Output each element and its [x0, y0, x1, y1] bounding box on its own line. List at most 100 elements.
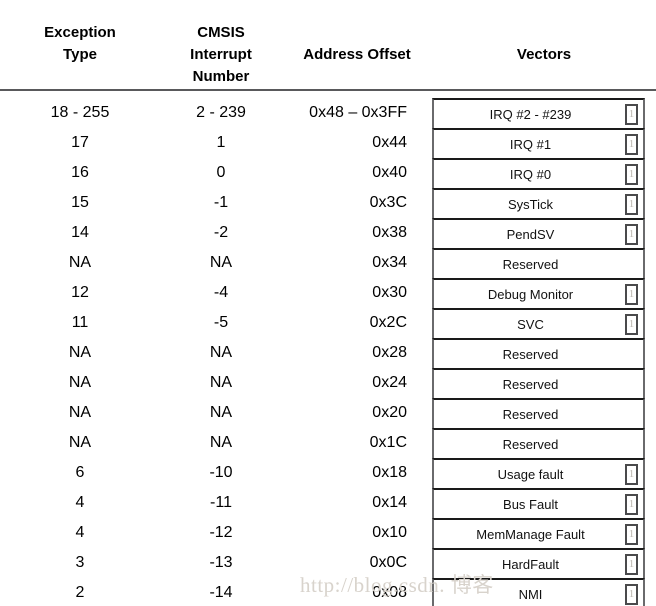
vector-label: Usage fault	[497, 466, 564, 482]
cell-address-offset: 0x40	[372, 164, 407, 181]
table-row: NA NA 0x24 Reserved1	[0, 368, 656, 398]
table-row: NA NA 0x20 Reserved1	[0, 398, 656, 428]
vector-label: Reserved	[502, 436, 559, 452]
column-header-exception-type-line-1: Exception	[44, 24, 116, 41]
cell-address-offset: 0x2C	[369, 314, 407, 331]
vector-word-count-box: 1	[625, 524, 638, 545]
vector-box: NMI 1	[432, 578, 645, 606]
table-row: 18 - 255 2 - 239 0x48 – 0x3FF IRQ #2 - #239…	[0, 98, 656, 128]
table-row: 17 1 0x44 IRQ #1 1	[0, 128, 656, 158]
vector-label: Reserved	[502, 406, 559, 422]
cell-address-offset: 0x24	[372, 374, 407, 391]
cell-exception-type: 4	[75, 524, 85, 541]
cell-cmsis-interrupt-number: -2	[213, 224, 229, 241]
cell-cmsis-interrupt-number: -14	[209, 584, 233, 601]
cell-cmsis-interrupt-number: NA	[209, 374, 233, 391]
table-row: 12 -4 0x30 Debug Monitor 1	[0, 278, 656, 308]
table-row: 6 -10 0x18 Usage fault 1	[0, 458, 656, 488]
cell-cmsis-interrupt-number: NA	[209, 434, 233, 451]
vector-label: SysTick	[507, 196, 554, 212]
cell-cmsis-interrupt-number: 2 - 239	[196, 104, 246, 121]
vector-label: MemManage Fault	[476, 526, 585, 542]
cell-exception-type: 6	[75, 464, 85, 481]
vector-label: Bus Fault	[503, 496, 558, 512]
cell-exception-type: 3	[75, 554, 85, 571]
cell-address-offset: 0x28	[372, 344, 407, 361]
cell-address-offset: 0x18	[372, 464, 407, 481]
column-header-cmsis-line-1: CMSIS	[197, 24, 245, 41]
vector-label: HardFault	[501, 556, 560, 572]
cell-exception-type: NA	[68, 344, 92, 361]
cell-exception-type: 17	[71, 134, 89, 151]
cell-exception-type: 14	[71, 224, 89, 241]
vector-table-figure: Exception Type CMSIS Interrupt Number Ad…	[0, 0, 656, 606]
cell-cmsis-interrupt-number: -12	[209, 524, 233, 541]
column-header-cmsis-line-2: Interrupt	[190, 46, 252, 63]
vector-box: Reserved1	[432, 248, 645, 278]
vector-box: IRQ #1 1	[432, 128, 645, 158]
vector-word-count-box: 1	[625, 104, 638, 125]
vector-box: IRQ #2 - #239 1	[432, 98, 645, 128]
table-row: 4 -12 0x10 MemManage Fault 1	[0, 518, 656, 548]
column-header-vectors: Vectors	[516, 46, 572, 63]
cell-address-offset: 0x1C	[369, 434, 407, 451]
cell-exception-type: 2	[75, 584, 85, 601]
table-row: 3 -13 0x0C HardFault 1	[0, 548, 656, 578]
vector-box: Debug Monitor 1	[432, 278, 645, 308]
vector-word-count-box: 1	[625, 554, 638, 575]
table-row: NA NA 0x1C Reserved1	[0, 428, 656, 458]
cell-cmsis-interrupt-number: NA	[209, 344, 233, 361]
table-row: 2 -14 0x08 NMI 1	[0, 578, 656, 606]
cell-address-offset: 0x0C	[369, 554, 407, 571]
table-row: 4 -11 0x14 Bus Fault 1	[0, 488, 656, 518]
column-header-cmsis-line-3: Number	[192, 68, 250, 85]
table-row: 11 -5 0x2C SVC 1	[0, 308, 656, 338]
column-header-address-offset: Address Offset	[303, 46, 411, 63]
table-row: NA NA 0x28 Reserved1	[0, 338, 656, 368]
vector-box: Reserved1	[432, 368, 645, 398]
table-row: 14 -2 0x38 PendSV 1	[0, 218, 656, 248]
cell-cmsis-interrupt-number: -10	[209, 464, 233, 481]
vector-label: PendSV	[506, 226, 555, 242]
vector-label: SVC	[517, 316, 544, 332]
vector-box: Bus Fault 1	[432, 488, 645, 518]
vector-label: IRQ #1	[509, 136, 552, 152]
vector-box: Reserved1	[432, 338, 645, 368]
cell-exception-type: 15	[71, 194, 89, 211]
cell-exception-type: 11	[71, 314, 89, 331]
cell-exception-type: NA	[68, 434, 92, 451]
vector-word-count-box: 1	[625, 494, 638, 515]
cell-address-offset: 0x10	[372, 524, 407, 541]
cell-address-offset: 0x08	[372, 584, 407, 601]
cell-cmsis-interrupt-number: -4	[213, 284, 229, 301]
column-header-exception-type-line-2: Type	[63, 46, 97, 63]
vector-label: Reserved	[502, 346, 559, 362]
table-row: NA NA 0x34 Reserved1	[0, 248, 656, 278]
vector-label: Reserved	[502, 376, 559, 392]
vector-word-count-box: 1	[625, 134, 638, 155]
table-header: Exception Type CMSIS Interrupt Number Ad…	[0, 22, 656, 89]
vector-word-count-box: 1	[625, 464, 638, 485]
cell-cmsis-interrupt-number: 1	[216, 134, 226, 151]
vector-word-count-box: 1	[625, 584, 638, 605]
table-body: 18 - 255 2 - 239 0x48 – 0x3FF IRQ #2 - #239…	[0, 98, 656, 606]
cell-cmsis-interrupt-number: -13	[209, 554, 233, 571]
cell-address-offset: 0x38	[372, 224, 407, 241]
cell-cmsis-interrupt-number: NA	[209, 404, 233, 421]
vector-box: Reserved1	[432, 398, 645, 428]
cell-address-offset: 0x20	[372, 404, 407, 421]
cell-address-offset: 0x3C	[369, 194, 407, 211]
cell-exception-type: NA	[68, 254, 92, 271]
vector-box: SysTick 1	[432, 188, 645, 218]
vector-word-count-box: 1	[625, 224, 638, 245]
cell-exception-type: 4	[75, 494, 85, 511]
cell-address-offset: 0x34	[372, 254, 407, 271]
cell-exception-type: 18 - 255	[50, 104, 110, 121]
vector-box: HardFault 1	[432, 548, 645, 578]
table-row: 16 0 0x40 IRQ #0 1	[0, 158, 656, 188]
vector-label: Reserved	[502, 256, 559, 272]
vector-label: Debug Monitor	[487, 286, 574, 302]
cell-address-offset: 0x30	[372, 284, 407, 301]
cell-address-offset: 0x48 – 0x3FF	[309, 104, 407, 121]
cell-cmsis-interrupt-number: -5	[213, 314, 229, 331]
